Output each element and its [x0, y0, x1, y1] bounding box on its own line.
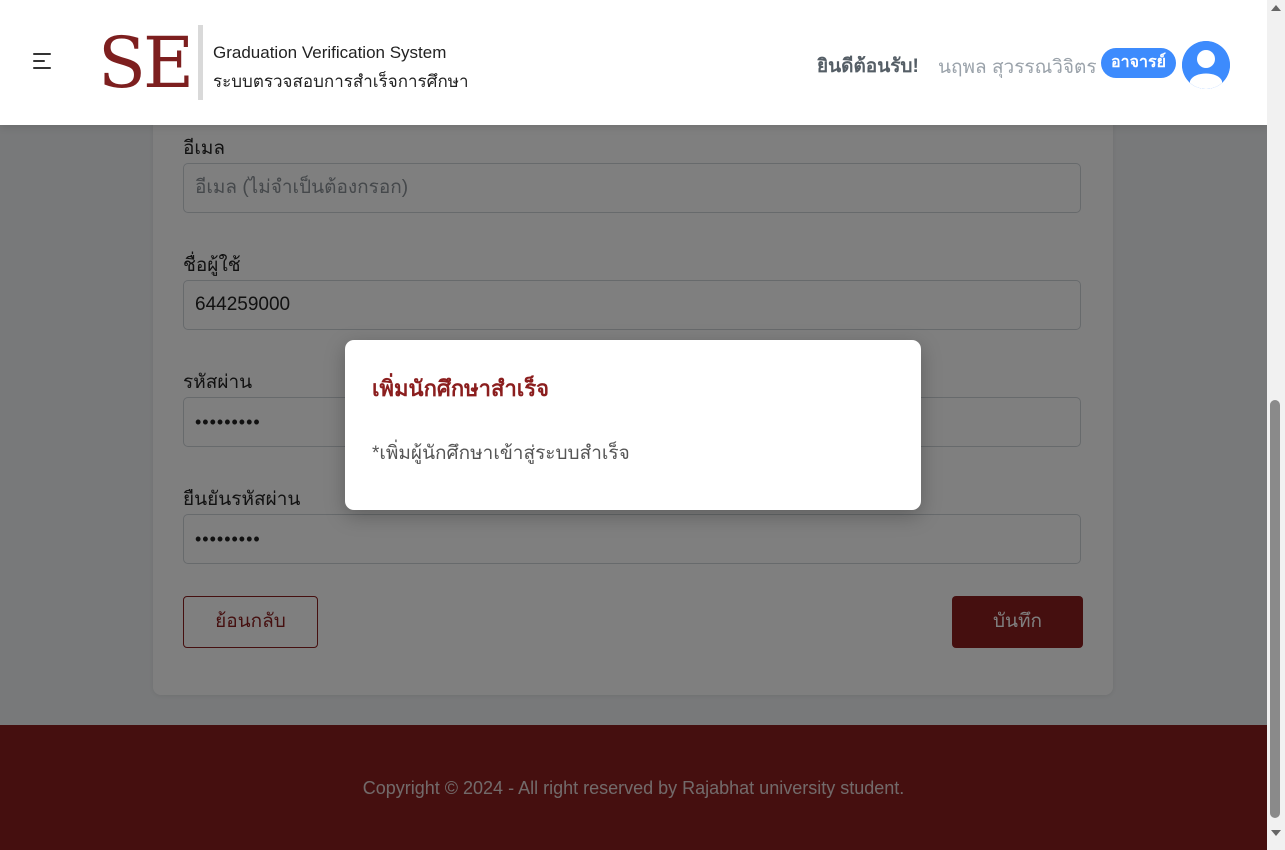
- success-modal: เพิ่มนักศึกษาสำเร็จ *เพิ่มผู้นักศึกษาเข้…: [345, 340, 921, 510]
- page-scrollbar[interactable]: [1267, 0, 1285, 850]
- welcome-text: ยินดีต้อนรับ!: [817, 56, 919, 77]
- scroll-thumb[interactable]: [1270, 400, 1280, 818]
- logo: SE: [98, 22, 194, 104]
- modal-title: เพิ่มนักศึกษาสำเร็จ: [372, 376, 550, 401]
- user-name: นฤพล สุวรรณวิจิตร: [938, 57, 1097, 78]
- top-header: SE Graduation Verification System ระบบตร…: [0, 0, 1267, 125]
- scroll-down-icon[interactable]: [1271, 830, 1281, 836]
- hamburger-menu-icon[interactable]: [33, 53, 55, 73]
- user-avatar-icon[interactable]: [1182, 41, 1230, 89]
- system-name-th: ระบบตรวจสอบการสำเร็จการศึกษา: [213, 72, 469, 91]
- logo-divider: [198, 25, 203, 100]
- system-name-en: Graduation Verification System: [213, 43, 447, 62]
- modal-message: *เพิ่มผู้นักศึกษาเข้าสู่ระบบสำเร็จ: [372, 443, 630, 464]
- role-badge: อาจารย์: [1101, 48, 1176, 78]
- scroll-up-icon[interactable]: [1271, 5, 1281, 11]
